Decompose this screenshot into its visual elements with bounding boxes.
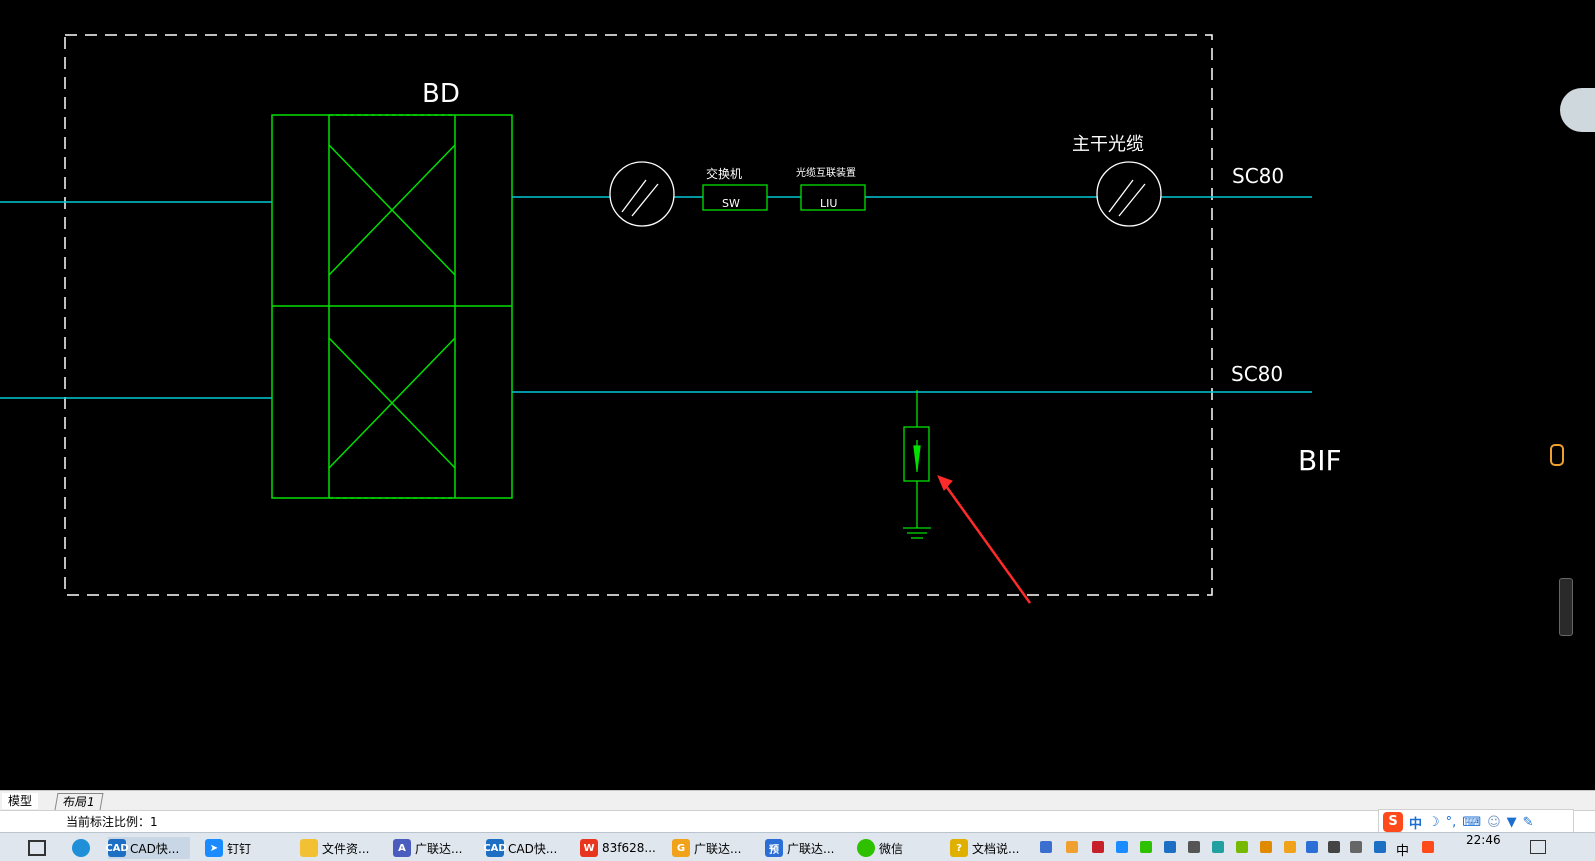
ime-language-indicator[interactable]: 中 [1409, 813, 1422, 832]
edge-browser-icon[interactable] [72, 837, 94, 859]
glodon-icon: A [393, 839, 411, 857]
taskbar-item-cad-1[interactable]: CAD CAD快... [105, 837, 190, 859]
glodon-icon: 预 [765, 839, 783, 857]
conduit-label-top: SC80 [1232, 164, 1284, 188]
tray-app-icon-3[interactable] [1164, 841, 1176, 853]
tray-app-icon-6[interactable] [1284, 841, 1296, 853]
tray-defender-icon[interactable] [1374, 841, 1386, 853]
tray-dingtalk-icon[interactable] [1116, 841, 1128, 853]
glodon-icon: G [672, 839, 690, 857]
tray-app-icon-5[interactable] [1260, 841, 1272, 853]
taskbar-clock[interactable]: 22:46 [1466, 833, 1501, 847]
tray-usb-icon[interactable] [1350, 841, 1362, 853]
surge-protector-symbol [903, 390, 931, 539]
skin-shirt-icon[interactable]: ▼ [1507, 815, 1517, 830]
fiber-cable-symbol-2 [1096, 161, 1162, 227]
trunk-cable-label: 主干光缆 [1072, 134, 1144, 155]
tray-wifi-icon[interactable] [1188, 841, 1200, 853]
switch-label: 交换机 [706, 166, 742, 181]
taskbar-item-glodon-1[interactable]: A 广联达... [393, 837, 473, 859]
sogou-ime-icon[interactable]: S [1383, 812, 1403, 832]
annotation-arrow [937, 475, 1032, 604]
switch-code: SW [722, 197, 740, 210]
layout-tabs-bar: 模型 布局1 [0, 790, 1595, 811]
floor-label: BIF [1298, 444, 1342, 477]
boundary-dashed-frame [64, 34, 1213, 596]
tray-sogou-icon[interactable] [1422, 841, 1434, 853]
taskbar-item-cad-2[interactable]: CAD CAD快... [483, 837, 566, 859]
tray-app-icon-1[interactable] [1040, 841, 1052, 853]
cad-drawing: BD SW 交换机 LIU 光缆互联装置 主干光缆 SC80 SC80 BIF [0, 34, 1342, 604]
bd-distribution-frame [271, 114, 513, 499]
mouse-icon [1550, 444, 1564, 466]
settings-wrench-icon[interactable]: ✎ [1523, 815, 1534, 830]
taskbar-item-wechat[interactable]: 微信 [857, 837, 937, 859]
notification-center-icon[interactable] [1530, 840, 1546, 854]
status-bar: 当前标注比例：1 [0, 810, 1595, 833]
taskbar-item-dingtalk[interactable]: ➤ 钉钉 [205, 837, 285, 859]
folder-icon [300, 839, 318, 857]
bd-label: BD [422, 79, 460, 109]
task-view-icon[interactable] [28, 837, 46, 859]
tray-app-icon-7[interactable] [1306, 841, 1318, 853]
tray-ime-indicator[interactable]: 中 [1396, 838, 1409, 860]
half-width-moon-icon[interactable]: ☽ [1428, 815, 1440, 830]
conduit-label-bottom: SC80 [1231, 362, 1283, 386]
keyboard-icon[interactable]: ⌨ [1462, 815, 1481, 830]
user-icon[interactable]: ☺ [1487, 815, 1501, 830]
wps-icon: W [580, 839, 598, 857]
taskbar-item-glodon-3[interactable]: 预广联达... [765, 837, 845, 859]
doc-icon: ? [950, 839, 968, 857]
taskbar-item-glodon-2[interactable]: G 广联达... [672, 837, 752, 859]
tab-layout1[interactable]: 布局1 [54, 793, 104, 810]
tray-wechat-icon[interactable] [1140, 841, 1152, 853]
punctuation-icon[interactable]: °, [1446, 815, 1457, 830]
tray-security-icon[interactable] [1092, 841, 1104, 853]
tray-volume-icon[interactable] [1328, 841, 1340, 853]
tray-app-icon-2[interactable] [1066, 841, 1078, 853]
side-scroll-handle[interactable] [1559, 578, 1573, 636]
tray-app-icon-4[interactable] [1212, 841, 1224, 853]
wechat-icon [857, 839, 875, 857]
cad-icon: CAD [105, 839, 129, 857]
cad-drawing-canvas[interactable]: BD SW 交换机 LIU 光缆互联装置 主干光缆 SC80 SC80 BIF [0, 0, 1595, 790]
fiber-cable-symbol-1 [609, 161, 675, 227]
cad-icon: CAD [483, 839, 507, 857]
tab-model[interactable]: 模型 [2, 793, 39, 809]
taskbar-item-wps[interactable]: W 83f628... [580, 837, 660, 859]
liu-code: LIU [820, 197, 837, 210]
taskbar-item-help-doc[interactable]: ? 文档说... [950, 837, 1030, 859]
windows-taskbar: CAD CAD快... ➤ 钉钉 文件资... A 广联达... CAD CAD快...… [0, 832, 1595, 861]
taskbar-item-explorer[interactable]: 文件资... [300, 837, 380, 859]
annotation-scale-text: 当前标注比例：1 [66, 815, 158, 829]
tray-nvidia-icon[interactable] [1236, 841, 1248, 853]
dingtalk-icon: ➤ [205, 839, 223, 857]
liu-label: 光缆互联装置 [796, 166, 856, 179]
